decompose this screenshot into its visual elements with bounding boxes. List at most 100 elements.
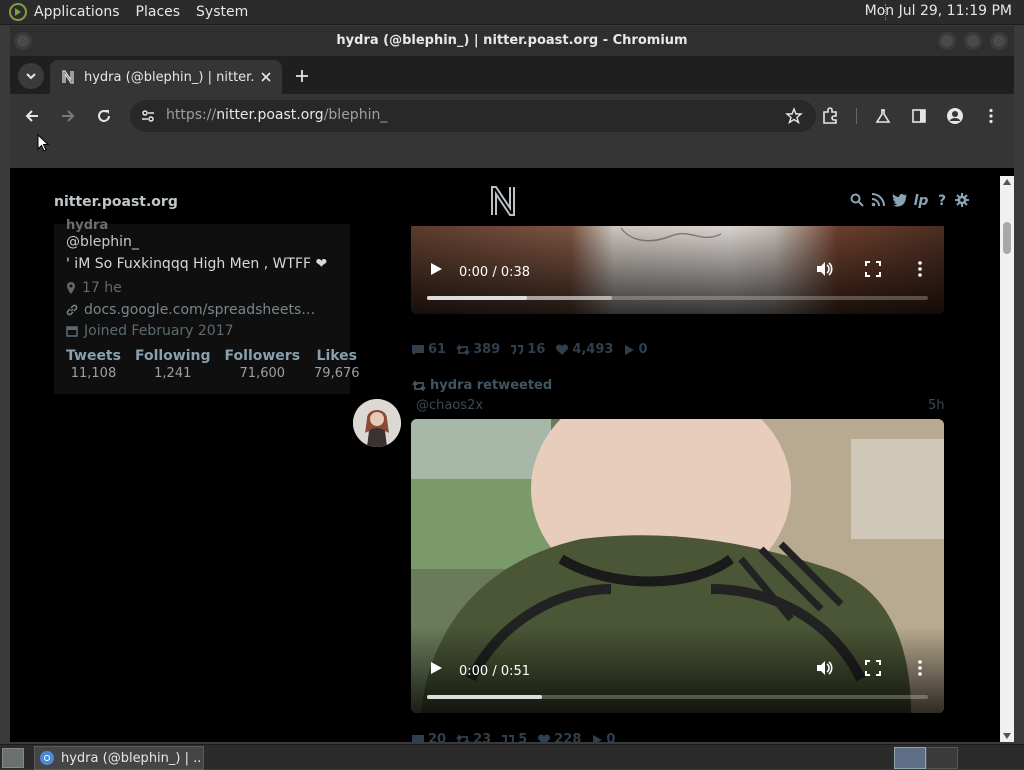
- twitter-bird-icon[interactable]: [892, 193, 908, 209]
- search-icon[interactable]: [850, 193, 866, 209]
- nitter-favicon-icon: [60, 69, 76, 85]
- site-info-icon[interactable]: [138, 106, 158, 126]
- tweet1-progress-bar[interactable]: [427, 296, 928, 300]
- labs-button[interactable]: [872, 105, 894, 127]
- tweet2-likes[interactable]: 228: [537, 732, 581, 742]
- taskbar-chromium-window[interactable]: hydra (@blephin_) | ...: [34, 746, 204, 770]
- tweet1-replies[interactable]: 61: [411, 342, 446, 357]
- rss-icon[interactable]: [871, 193, 887, 209]
- gear-icon[interactable]: [955, 193, 971, 209]
- comment-icon: [412, 734, 424, 742]
- tweet1-retweets[interactable]: 389: [456, 342, 500, 357]
- tweet1-video-player[interactable]: 0:00 / 0:38: [411, 226, 944, 314]
- retweet-header[interactable]: hydra retweeted: [412, 378, 552, 393]
- tweet2-progress-fill: [427, 695, 543, 699]
- arrow-left-icon: [25, 110, 38, 122]
- workspace-2[interactable]: [926, 747, 958, 769]
- profile-website[interactable]: docs.google.com/spreadsheets…: [66, 302, 315, 318]
- puzzle-icon: [823, 107, 837, 124]
- profile-fullname[interactable]: hydra: [66, 218, 108, 233]
- tweet2-quotes[interactable]: 5: [501, 732, 527, 742]
- stat-tweets[interactable]: Tweets 11,108: [66, 348, 121, 381]
- volume-icon[interactable]: [815, 659, 833, 677]
- tweet1-views[interactable]: 0: [623, 342, 648, 357]
- heart-icon: [538, 734, 551, 742]
- taskbar-window-label: hydra (@blephin_) | ...: [61, 750, 201, 766]
- play-count-icon: [625, 344, 635, 355]
- quote-icon: [502, 734, 515, 742]
- clock[interactable]: Mon Jul 29, 11:19 PM: [865, 3, 1012, 19]
- tab-close-icon[interactable]: [258, 69, 274, 85]
- video-more-icon[interactable]: [915, 659, 925, 677]
- tweet2-handle[interactable]: @chaos2x: [416, 398, 483, 413]
- workspace-1[interactable]: [894, 747, 926, 769]
- page-scrollbar[interactable]: [1000, 176, 1014, 742]
- kebab-menu-icon: [989, 108, 993, 124]
- retweet-icon: [456, 343, 470, 356]
- quote-icon: [511, 344, 524, 355]
- nitter-home-link[interactable]: nitter.poast.org: [54, 194, 178, 210]
- tweet1-quotes[interactable]: 16: [510, 342, 545, 357]
- profile-button[interactable]: [944, 105, 966, 127]
- fullscreen-icon[interactable]: [865, 660, 881, 676]
- profile-handle[interactable]: @blephin_: [66, 234, 139, 250]
- liberapay-icon[interactable]: lp: [913, 193, 929, 209]
- tweet1-likes[interactable]: 4,493: [555, 342, 613, 357]
- back-button[interactable]: [21, 105, 43, 127]
- maximize-button[interactable]: [964, 32, 982, 50]
- tweet2-progress-bar[interactable]: [427, 695, 928, 699]
- menu-system[interactable]: System: [196, 4, 248, 20]
- flask-icon: [875, 109, 891, 123]
- chrome-menu-button[interactable]: [980, 105, 1002, 127]
- profile-joined: Joined February 2017: [66, 323, 234, 339]
- window-menu-button[interactable]: [14, 32, 32, 50]
- tab-nitter[interactable]: hydra (@blephin_) | nitter.poast.org: [50, 60, 282, 94]
- scroll-down-icon[interactable]: [1003, 733, 1011, 739]
- tweet2-video-time: 0:00 / 0:51: [459, 664, 531, 679]
- minimize-button[interactable]: [938, 32, 956, 50]
- bookmark-star-icon[interactable]: [784, 106, 804, 126]
- close-window-button[interactable]: [990, 32, 1008, 50]
- menu-places[interactable]: Places: [136, 4, 181, 20]
- new-tab-button[interactable]: [292, 66, 312, 86]
- tweet2-stats: 20 23 5 228 0: [411, 732, 615, 742]
- extensions-button[interactable]: [819, 105, 841, 127]
- browser-toolbar: https://nitter.poast.org/blephin_: [10, 94, 1014, 138]
- tweet2-date[interactable]: 5h: [928, 398, 945, 413]
- volume-icon[interactable]: [815, 260, 833, 278]
- tweet2-replies[interactable]: 20: [411, 732, 446, 742]
- side-panel-button[interactable]: [908, 105, 930, 127]
- profile-location: 17 he: [66, 280, 122, 296]
- stat-likes[interactable]: Likes 79,676: [314, 348, 360, 381]
- window-titlebar[interactable]: hydra (@blephin_) | nitter.poast.org - C…: [10, 26, 1014, 56]
- nitter-logo-icon[interactable]: [488, 184, 518, 218]
- tweet2-views[interactable]: 0: [591, 732, 615, 742]
- stat-followers[interactable]: Followers 71,600: [225, 348, 301, 381]
- tweet2-retweets[interactable]: 23: [456, 732, 491, 742]
- address-bar[interactable]: https://nitter.poast.org/blephin_: [130, 100, 816, 132]
- location-pin-icon: [67, 282, 75, 294]
- menu-applications[interactable]: Applications: [34, 4, 120, 20]
- scroll-up-icon[interactable]: [1003, 179, 1011, 185]
- retweet-icon: [456, 733, 470, 742]
- profile-card: hydra @blephin_ ' iM So Fuxkinqqq High M…: [54, 218, 360, 394]
- scrollbar-thumb[interactable]: [1003, 222, 1011, 254]
- profile-bio: ' iM So Fuxkinqqq High Men , WTFF ❤: [66, 256, 328, 272]
- tweet2-avatar[interactable]: [353, 399, 401, 447]
- play-count-icon: [593, 734, 603, 742]
- show-desktop-button[interactable]: [2, 748, 24, 768]
- play-icon[interactable]: [429, 262, 443, 276]
- tab-search-button[interactable]: [18, 63, 44, 89]
- play-icon[interactable]: [429, 661, 443, 675]
- side-panel-icon: [912, 109, 926, 123]
- video-more-icon[interactable]: [915, 260, 925, 278]
- tweet2-video-player[interactable]: 0:00 / 0:51: [411, 419, 944, 713]
- mouse-cursor-icon: [37, 134, 49, 152]
- reload-icon: [98, 110, 110, 122]
- stat-following[interactable]: Following 1,241: [135, 348, 211, 381]
- forward-button[interactable]: [57, 105, 79, 127]
- distro-logo-icon[interactable]: [8, 2, 28, 22]
- about-icon[interactable]: ?: [934, 193, 950, 209]
- reload-button[interactable]: [93, 105, 115, 127]
- fullscreen-icon[interactable]: [865, 261, 881, 277]
